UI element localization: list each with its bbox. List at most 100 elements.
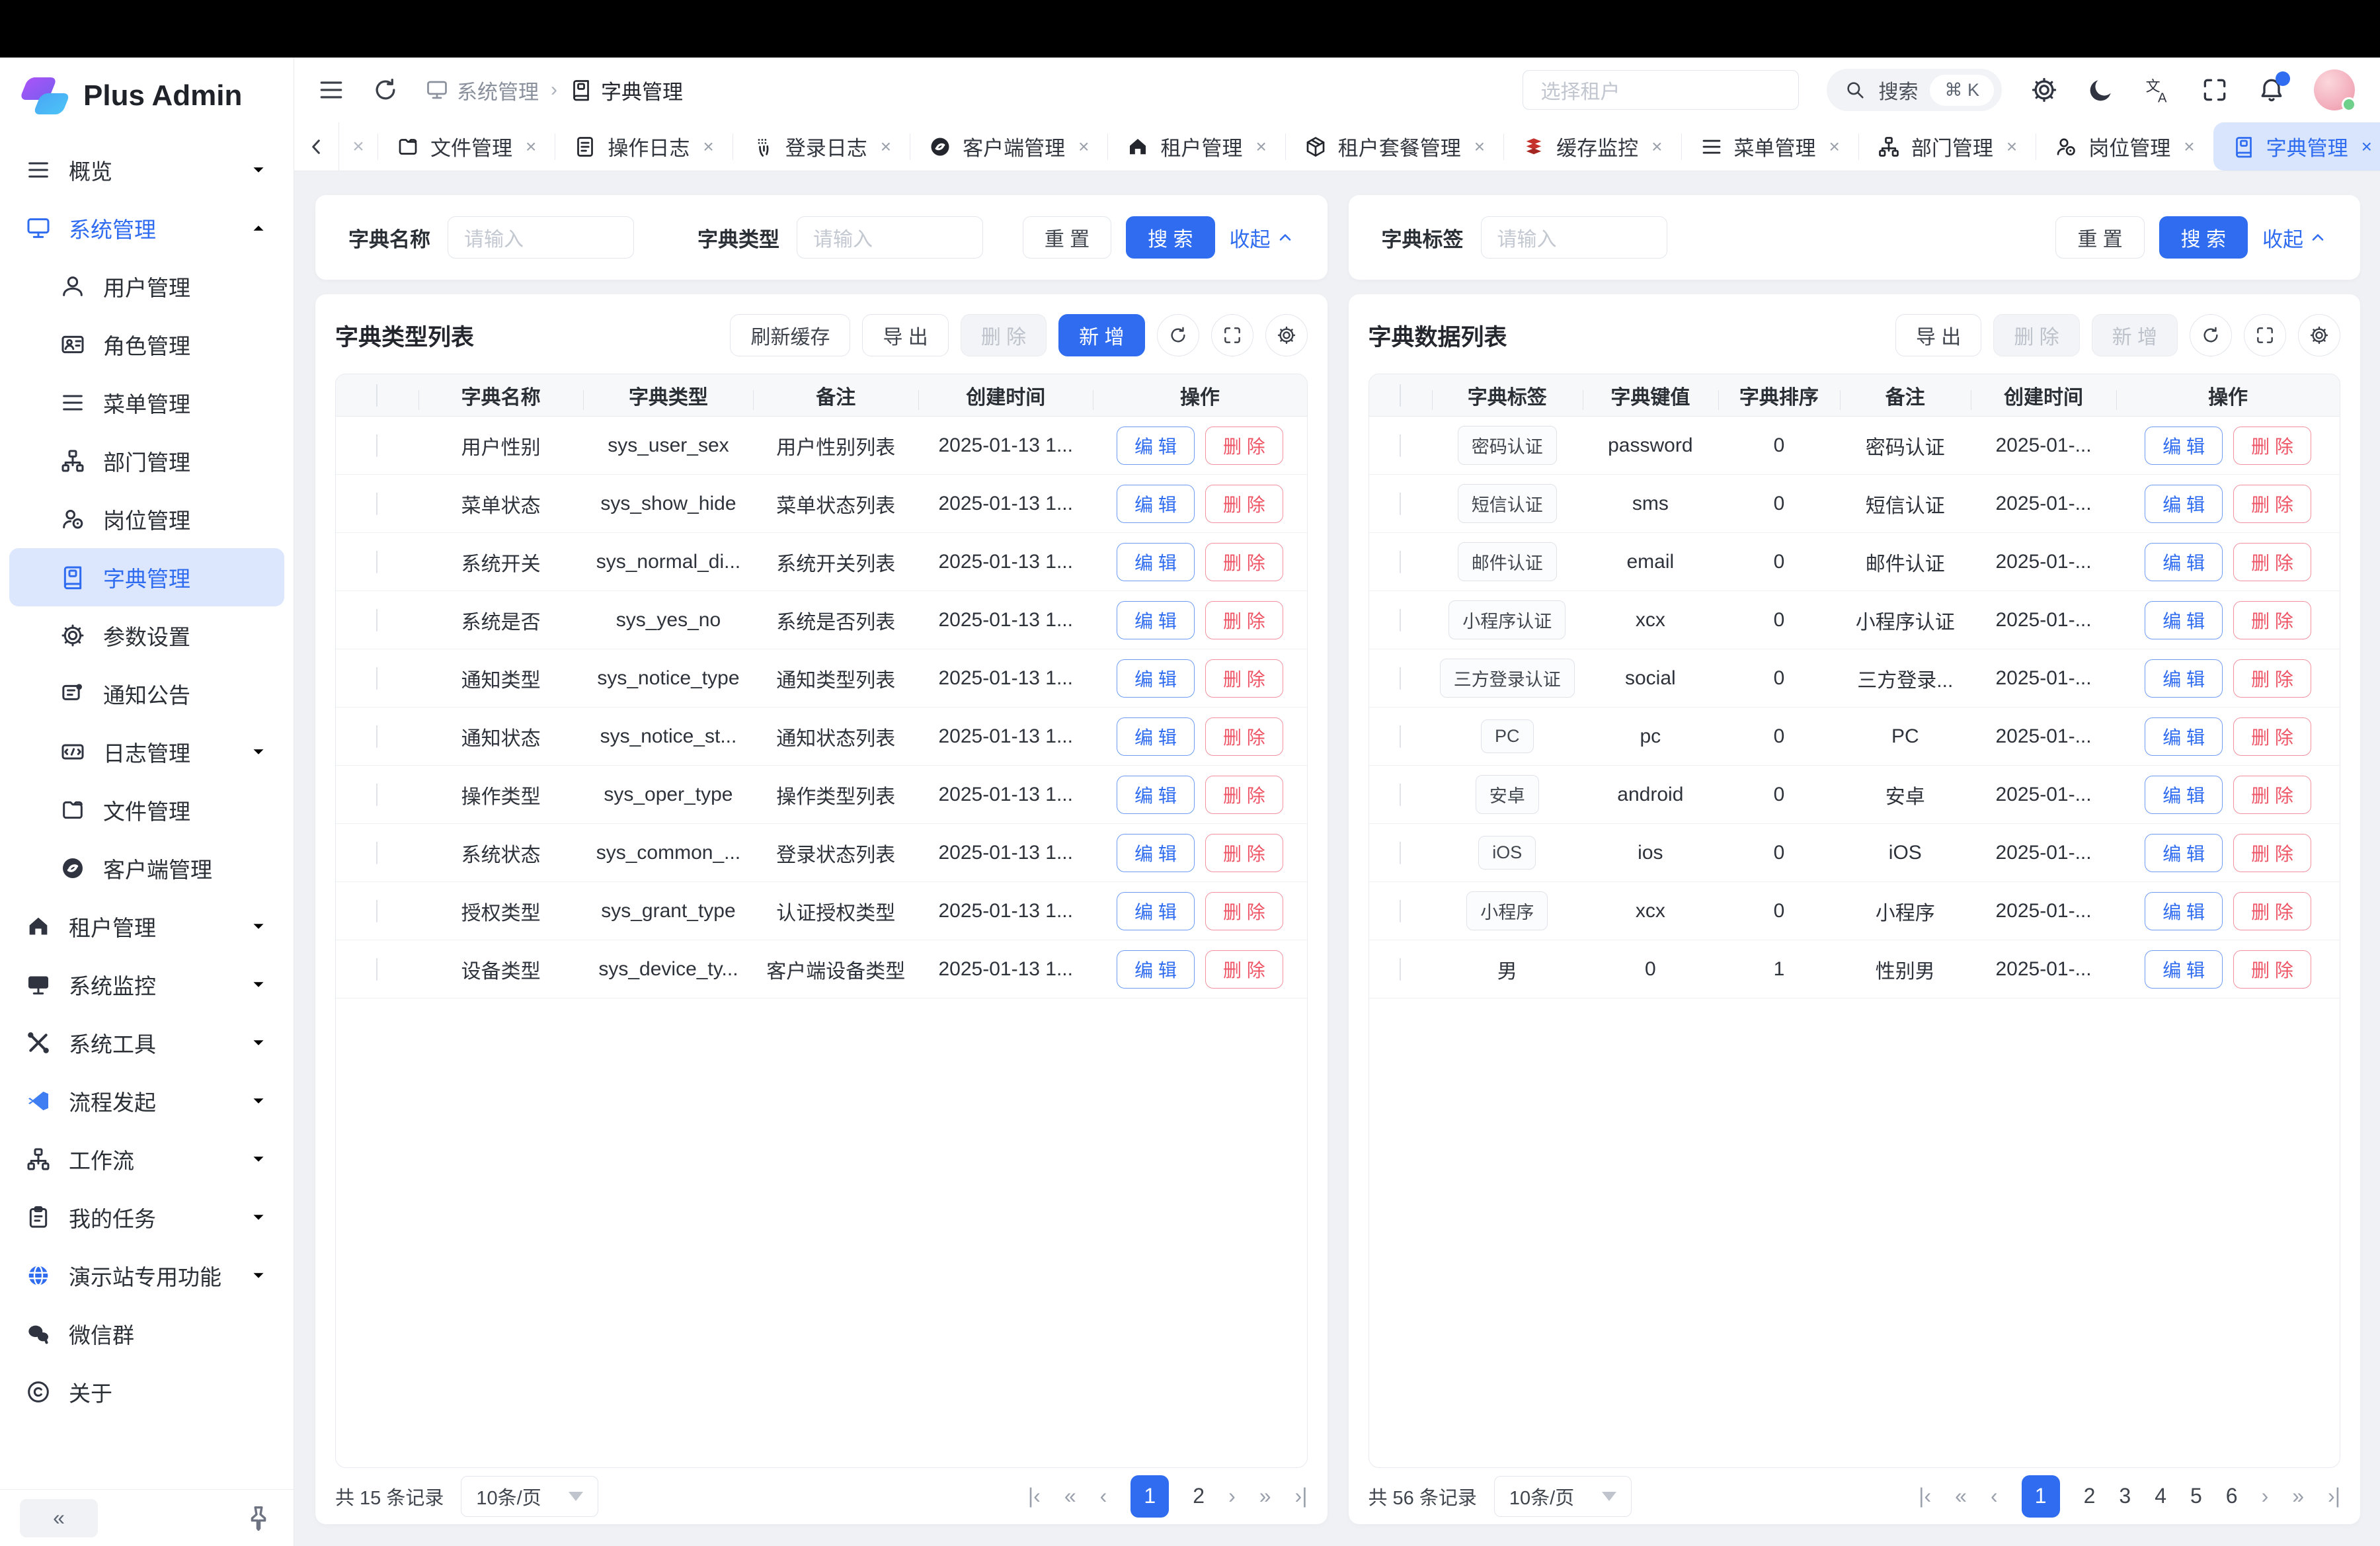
toolbar-button[interactable]: 新 增	[1058, 314, 1144, 356]
sidebar-item[interactable]: 岗位管理	[9, 490, 284, 548]
sidebar-item[interactable]: 概览	[9, 141, 284, 199]
table-settings-button[interactable]	[2298, 314, 2340, 356]
sidebar-item[interactable]: 文件管理	[9, 781, 284, 839]
hidden-tab-close-button[interactable]: ×	[339, 122, 377, 171]
collapse-filters-link[interactable]: 收起	[1230, 223, 1294, 253]
first-page-button[interactable]: |‹	[1028, 1484, 1041, 1508]
prev-page-button[interactable]: ‹	[1100, 1484, 1107, 1508]
delete-button[interactable]: 删 除	[2233, 717, 2311, 756]
delete-button[interactable]: 删 除	[2233, 659, 2311, 698]
edit-button[interactable]: 编 辑	[2145, 717, 2223, 756]
page-number-button[interactable]: 3	[2119, 1484, 2131, 1508]
toolbar-button[interactable]: 导 出	[862, 314, 948, 356]
tabs-scroll-left-button[interactable]	[294, 122, 339, 171]
page-number-button[interactable]: 2	[1193, 1484, 1205, 1508]
sidebar-item[interactable]: 租户管理	[9, 897, 284, 956]
language-icon[interactable]	[2143, 75, 2172, 104]
tab[interactable]: 文件管理 ×	[377, 122, 555, 171]
edit-button[interactable]: 编 辑	[1117, 427, 1195, 465]
sidebar-item[interactable]: 用户管理	[9, 257, 284, 315]
reset-button[interactable]: 重 置	[2055, 216, 2144, 259]
sidebar-item[interactable]: 系统监控	[9, 956, 284, 1014]
edit-button[interactable]: 编 辑	[2145, 601, 2223, 639]
search-button[interactable]: 搜 索	[1126, 216, 1214, 259]
settings-gear-icon[interactable]	[2030, 75, 2059, 104]
page-size-select[interactable]: 10条/页	[1494, 1476, 1632, 1517]
tenant-select-input[interactable]: 选择租户	[1523, 70, 1799, 110]
page-number-button[interactable]: 1	[2022, 1475, 2060, 1518]
row-checkbox[interactable]	[1400, 551, 1401, 573]
row-checkbox[interactable]	[376, 725, 377, 748]
row-checkbox[interactable]	[1400, 725, 1401, 748]
table-fullscreen-button[interactable]	[2244, 314, 2286, 356]
tab-close-icon[interactable]: ×	[526, 136, 536, 157]
edit-button[interactable]: 编 辑	[2145, 892, 2223, 930]
row-checkbox[interactable]	[1400, 493, 1401, 515]
forward-10-pages-button[interactable]: »	[2292, 1484, 2304, 1508]
sidebar-item[interactable]: 工作流	[9, 1130, 284, 1188]
edit-button[interactable]: 编 辑	[1117, 834, 1195, 872]
delete-button[interactable]: 删 除	[1205, 601, 1283, 639]
sidebar-collapse-button[interactable]: «	[20, 1499, 98, 1537]
delete-button[interactable]: 删 除	[1205, 717, 1283, 756]
next-page-button[interactable]: ›	[2262, 1484, 2269, 1508]
toolbar-button[interactable]: 导 出	[1895, 314, 1981, 356]
filter-input[interactable]: 请输入	[797, 216, 983, 259]
toolbar-button[interactable]: 删 除	[961, 314, 1047, 356]
fullscreen-icon[interactable]	[2200, 75, 2229, 104]
toolbar-button[interactable]: 刷新缓存	[730, 314, 850, 356]
refresh-icon[interactable]	[371, 75, 400, 104]
reset-button[interactable]: 重 置	[1023, 216, 1111, 259]
row-checkbox[interactable]	[376, 551, 377, 573]
row-checkbox[interactable]	[376, 667, 377, 690]
row-checkbox[interactable]	[1400, 900, 1401, 922]
delete-button[interactable]: 删 除	[1205, 659, 1283, 698]
row-checkbox[interactable]	[376, 900, 377, 922]
select-all-checkbox[interactable]	[376, 384, 377, 407]
edit-button[interactable]: 编 辑	[1117, 485, 1195, 523]
tab[interactable]: 字典管理 ×	[2213, 122, 2380, 171]
edit-button[interactable]: 编 辑	[2145, 776, 2223, 814]
tab-close-icon[interactable]: ×	[881, 136, 891, 157]
sidebar-item[interactable]: 通知公告	[9, 665, 284, 723]
search-button[interactable]: 搜 索	[2159, 216, 2248, 259]
sidebar-item[interactable]: 部门管理	[9, 432, 284, 490]
page-number-button[interactable]: 2	[2084, 1484, 2096, 1508]
tab[interactable]: 菜单管理 ×	[1681, 122, 1858, 171]
forward-10-pages-button[interactable]: »	[1259, 1484, 1271, 1508]
pin-icon[interactable]	[243, 1503, 274, 1533]
sidebar-item[interactable]: 流程发起	[9, 1072, 284, 1130]
first-page-button[interactable]: |‹	[1919, 1484, 1931, 1508]
delete-button[interactable]: 删 除	[1205, 427, 1283, 465]
delete-button[interactable]: 删 除	[2233, 601, 2311, 639]
tab-close-icon[interactable]: ×	[1255, 136, 1266, 157]
filter-input[interactable]: 请输入	[448, 216, 634, 259]
delete-button[interactable]: 删 除	[1205, 950, 1283, 989]
page-number-button[interactable]: 4	[2155, 1484, 2166, 1508]
sidebar-item[interactable]: 微信群	[9, 1305, 284, 1363]
page-size-select[interactable]: 10条/页	[461, 1476, 598, 1517]
row-checkbox[interactable]	[376, 784, 377, 806]
edit-button[interactable]: 编 辑	[1117, 950, 1195, 989]
delete-button[interactable]: 删 除	[1205, 776, 1283, 814]
edit-button[interactable]: 编 辑	[2145, 543, 2223, 581]
row-checkbox[interactable]	[376, 958, 377, 981]
row-checkbox[interactable]	[1400, 784, 1401, 806]
edit-button[interactable]: 编 辑	[2145, 427, 2223, 465]
hamburger-icon[interactable]	[317, 75, 346, 104]
prev-page-button[interactable]: ‹	[1991, 1484, 1998, 1508]
delete-button[interactable]: 删 除	[2233, 834, 2311, 872]
last-page-button[interactable]: ›|	[2328, 1484, 2340, 1508]
page-number-button[interactable]: 6	[2226, 1484, 2238, 1508]
table-settings-button[interactable]	[1265, 314, 1308, 356]
delete-button[interactable]: 删 除	[2233, 427, 2311, 465]
delete-button[interactable]: 删 除	[1205, 834, 1283, 872]
tab-close-icon[interactable]: ×	[1474, 136, 1485, 157]
select-all-checkbox[interactable]	[1400, 384, 1401, 407]
row-checkbox[interactable]	[376, 842, 377, 864]
table-refresh-button[interactable]	[1157, 314, 1199, 356]
tab[interactable]: 部门管理 ×	[1858, 122, 2036, 171]
sidebar-item[interactable]: 演示站专用功能	[9, 1246, 284, 1305]
user-avatar[interactable]	[2314, 69, 2355, 110]
row-checkbox[interactable]	[376, 434, 377, 457]
